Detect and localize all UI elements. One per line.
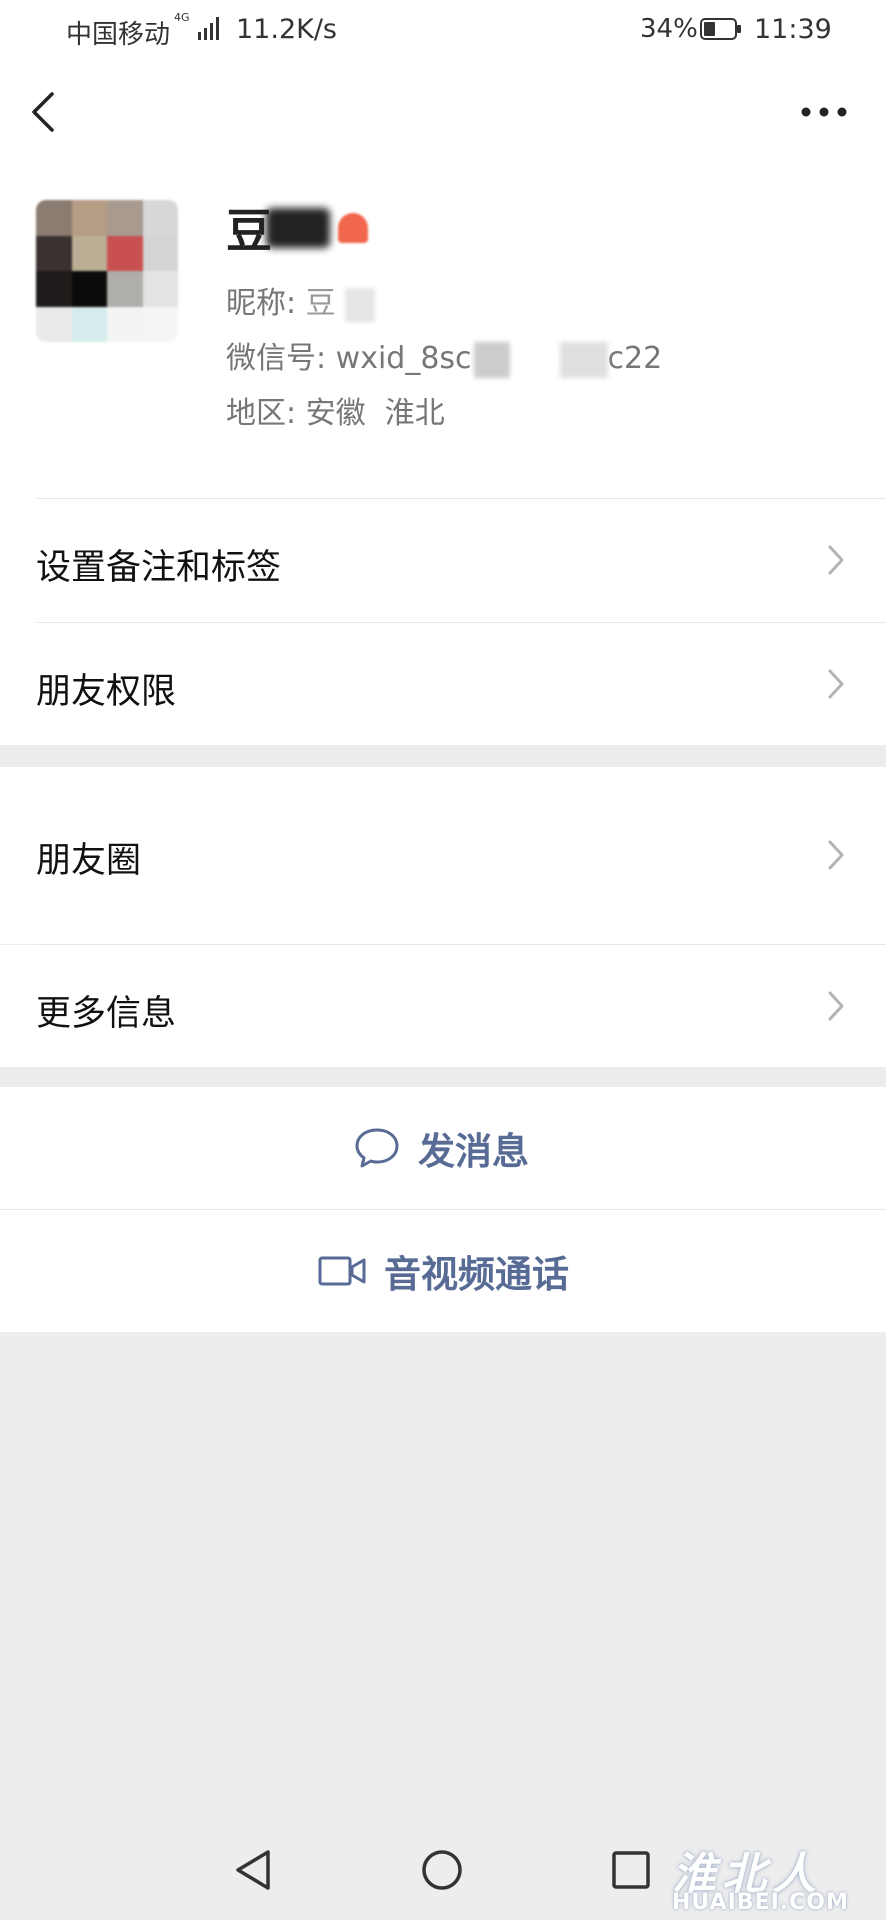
video-call-button[interactable]: 音视频通话 <box>0 1210 886 1332</box>
menu-item-moments[interactable]: 朋友圈 <box>0 767 886 944</box>
clock: 11:39 <box>754 14 832 45</box>
network-type: 4G <box>174 11 190 24</box>
menu-item-more-info[interactable]: 更多信息 <box>0 945 886 1067</box>
nickname-label: 昵称: <box>226 286 297 321</box>
send-message-button[interactable]: 发消息 <box>0 1087 886 1209</box>
site-watermark: 淮北人 HUAIBEI.COM <box>672 1838 882 1918</box>
menu-item-label: 朋友圈 <box>36 841 142 881</box>
signal-icon <box>198 17 219 40</box>
menu-item-label: 设置备注和标签 <box>36 548 282 588</box>
ellipsis-icon[interactable] <box>798 96 850 128</box>
name-emoji-redaction <box>338 213 368 243</box>
name-redaction <box>266 208 330 248</box>
display-name: 豆 <box>226 200 368 258</box>
send-message-label: 发消息 <box>418 1130 529 1173</box>
nickname-value: 豆 <box>305 286 336 321</box>
wechat-id-gap <box>509 341 560 378</box>
region-label: 地区: <box>226 396 297 431</box>
chevron-right-icon <box>828 545 844 575</box>
wechat-id-suffix: c22 <box>607 341 663 376</box>
nickname-redaction <box>345 287 376 322</box>
battery-percent: 34% <box>640 14 698 44</box>
chevron-right-icon <box>828 840 844 870</box>
region-value: 安徽 淮北 <box>305 396 445 431</box>
wechat-id-prefix: wxid_8sc <box>335 341 472 376</box>
wechat-id-redaction-2 <box>559 341 608 378</box>
region-line: 地区: 安徽 淮北 <box>226 388 445 432</box>
triangle-back-icon[interactable] <box>232 1848 274 1892</box>
wechat-id-redaction-1 <box>473 341 510 378</box>
carrier-name: 中国移动 <box>66 20 171 50</box>
video-call-label: 音视频通话 <box>384 1253 569 1296</box>
menu-item-remark-tags[interactable]: 设置备注和标签 <box>0 499 886 622</box>
chevron-left-icon[interactable] <box>24 88 64 136</box>
chevron-right-icon <box>828 991 844 1021</box>
square-recents-icon[interactable] <box>610 1848 652 1892</box>
menu-item-label: 更多信息 <box>36 994 177 1034</box>
wechat-id-line: 微信号: wxid_8sc c22 <box>226 333 662 378</box>
video-camera-icon <box>318 1256 366 1286</box>
status-bar: 中国移动 4G 11.2K/s 34% 11:39 <box>0 0 886 60</box>
chevron-right-icon <box>828 669 844 699</box>
menu-item-label: 朋友权限 <box>36 672 177 712</box>
wechat-id-label: 微信号: <box>226 341 327 376</box>
nickname-line: 昵称: 豆 <box>226 278 376 322</box>
menu-item-friend-permissions[interactable]: 朋友权限 <box>0 623 886 745</box>
battery-icon <box>700 18 741 40</box>
avatar[interactable] <box>36 200 178 342</box>
network-speed: 11.2K/s <box>236 14 337 45</box>
circle-home-icon[interactable] <box>420 1848 464 1892</box>
watermark-english: HUAIBEI.COM <box>672 1890 849 1915</box>
chat-bubble-icon <box>355 1128 399 1168</box>
